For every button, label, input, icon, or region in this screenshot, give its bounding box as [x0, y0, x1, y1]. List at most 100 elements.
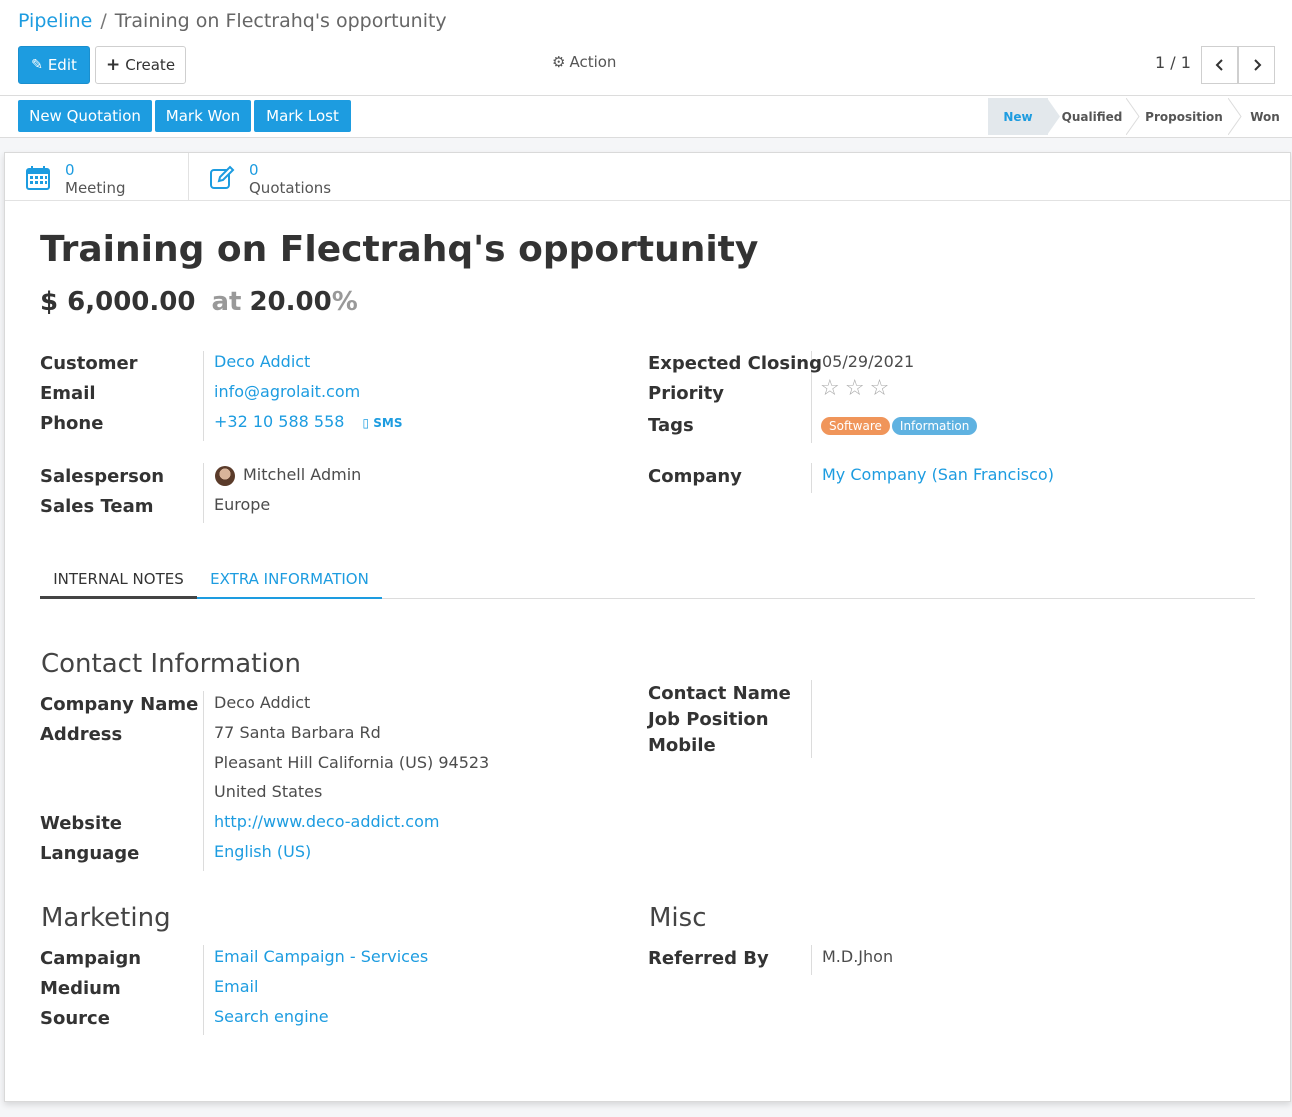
contact-name-label: Contact Name [648, 683, 791, 704]
phone-link[interactable]: +32 10 588 558 [214, 412, 344, 431]
source-label: Source [40, 1008, 110, 1029]
company-name-label: Company Name [40, 694, 199, 715]
customer-link[interactable]: Deco Addict [214, 352, 310, 371]
source-link[interactable]: Search engine [214, 1007, 329, 1026]
mobile-label: Mobile [648, 735, 716, 756]
action-menu[interactable]: ⚙ Action [552, 53, 616, 71]
medium-link[interactable]: Email [214, 977, 258, 996]
field-divider [203, 945, 204, 1035]
smart-button-box: 0 Meeting 0 Quotations [5, 153, 1290, 201]
notebook-tabs: INTERNAL NOTES EXTRA INFORMATION [40, 561, 1255, 599]
mark-won-button[interactable]: Mark Won [155, 100, 251, 132]
tab-extra-information[interactable]: EXTRA INFORMATION [197, 561, 382, 599]
new-quotation-button[interactable]: New Quotation [18, 100, 152, 132]
edit-icon [210, 165, 235, 189]
website-link[interactable]: http://www.deco-addict.com [214, 812, 439, 831]
pager-previous-button[interactable] [1201, 46, 1238, 84]
address-country[interactable]: United States [214, 782, 322, 801]
sms-label: SMS [373, 416, 403, 430]
company-name-value[interactable]: Deco Addict [214, 693, 310, 712]
contact-information-title: Contact Information [41, 649, 301, 679]
expected-revenue[interactable]: $ 6,000.00 [40, 287, 195, 317]
breadcrumb-current: Training on Flectrahq's opportunity [114, 10, 447, 32]
tags-label: Tags [648, 415, 694, 436]
email-label: Email [40, 383, 96, 404]
address-city-state[interactable]: Pleasant Hill California (US) 94523 [214, 753, 489, 772]
sales-team-label: Sales Team [40, 496, 154, 517]
email-link[interactable]: info@agrolait.com [214, 382, 360, 401]
opportunity-title[interactable]: Training on Flectrahq's opportunity [40, 229, 758, 270]
tags-field: Software Information [821, 415, 979, 435]
stage-arrow-active [1047, 98, 1060, 135]
marketing-title: Marketing [41, 903, 171, 933]
tag-information[interactable]: Information [891, 417, 978, 435]
address-label: Address [40, 724, 123, 745]
control-panel: Pipeline / Training on Flectrahq's opportu… [0, 0, 1292, 96]
expected-closing-value[interactable]: 05/29/2021 [822, 352, 914, 371]
edit-button-label: Edit [47, 56, 77, 74]
action-menu-label: Action [569, 53, 617, 71]
meeting-count: 0 [65, 161, 75, 179]
priority-label: Priority [648, 383, 724, 404]
stage-won[interactable]: Won [1244, 98, 1286, 135]
pager-next-button[interactable] [1238, 46, 1275, 84]
salesperson-value[interactable]: Mitchell Admin [243, 465, 361, 484]
medium-label: Medium [40, 978, 121, 999]
misc-title: Misc [649, 903, 707, 933]
statusbar: New Quotation Mark Won Mark Lost New Qua… [0, 96, 1292, 138]
quotations-count: 0 [249, 161, 259, 179]
sales-team-value[interactable]: Europe [214, 495, 270, 514]
at-label: at [211, 287, 242, 317]
campaign-label: Campaign [40, 948, 142, 969]
chevron-right-icon [1253, 59, 1261, 71]
edit-button[interactable]: ✎ Edit [18, 46, 90, 84]
campaign-link[interactable]: Email Campaign - Services [214, 947, 428, 966]
field-divider [203, 463, 204, 523]
meeting-smart-button[interactable]: 0 Meeting [5, 153, 189, 201]
company-link[interactable]: My Company (San Francisco) [822, 465, 1054, 484]
stage-new[interactable]: New [988, 98, 1048, 135]
stage-divider [1228, 98, 1242, 135]
form-sheet: 0 Meeting 0 Quotations Training on Flect… [4, 152, 1291, 1102]
expected-closing-label: Expected Closing [648, 353, 822, 374]
quotations-smart-button[interactable]: 0 Quotations [189, 153, 373, 201]
salesperson-label: Salesperson [40, 466, 165, 487]
gear-icon: ⚙ [552, 53, 566, 71]
language-label: Language [40, 843, 140, 864]
mark-lost-button[interactable]: Mark Lost [254, 100, 351, 132]
referred-by-label: Referred By [648, 948, 769, 969]
breadcrumb-pipeline-link[interactable]: Pipeline [18, 10, 92, 32]
field-divider [811, 945, 812, 975]
plus-icon: + [105, 55, 121, 75]
company-label: Company [648, 466, 742, 487]
probability-value[interactable]: 20.00 [249, 287, 331, 317]
chevron-left-icon [1215, 59, 1223, 71]
calendar-icon [26, 166, 50, 190]
tag-software[interactable]: Software [821, 417, 890, 435]
star-icon[interactable]: ☆ [870, 376, 890, 401]
field-divider [811, 463, 812, 493]
phone-field: +32 10 588 558 ▯ SMS [214, 412, 403, 431]
tab-internal-notes[interactable]: INTERNAL NOTES [40, 561, 197, 599]
revenue-line: $ 6,000.00 at 20.00% [40, 287, 358, 317]
field-divider [203, 351, 204, 441]
meeting-label: Meeting [65, 179, 126, 197]
stage-divider [1126, 98, 1140, 135]
breadcrumb: Pipeline / Training on Flectrahq's opportu… [18, 10, 447, 32]
referred-by-value[interactable]: M.D.Jhon [822, 947, 893, 966]
create-button-label: Create [125, 56, 176, 74]
website-label: Website [40, 813, 123, 834]
create-button[interactable]: + Create [95, 46, 186, 84]
job-position-label: Job Position [648, 709, 769, 730]
star-icon[interactable]: ☆ [820, 376, 840, 401]
percent-sign: % [331, 287, 358, 317]
stage-qualified[interactable]: Qualified [1060, 98, 1124, 135]
star-icon[interactable]: ☆ [845, 376, 865, 401]
sms-button[interactable]: ▯ SMS [362, 416, 402, 430]
breadcrumb-separator: / [100, 10, 107, 32]
language-link[interactable]: English (US) [214, 842, 311, 861]
address-street[interactable]: 77 Santa Barbara Rd [214, 723, 381, 742]
quotations-label: Quotations [249, 179, 332, 197]
field-divider [203, 691, 204, 871]
stage-proposition[interactable]: Proposition [1142, 98, 1226, 135]
